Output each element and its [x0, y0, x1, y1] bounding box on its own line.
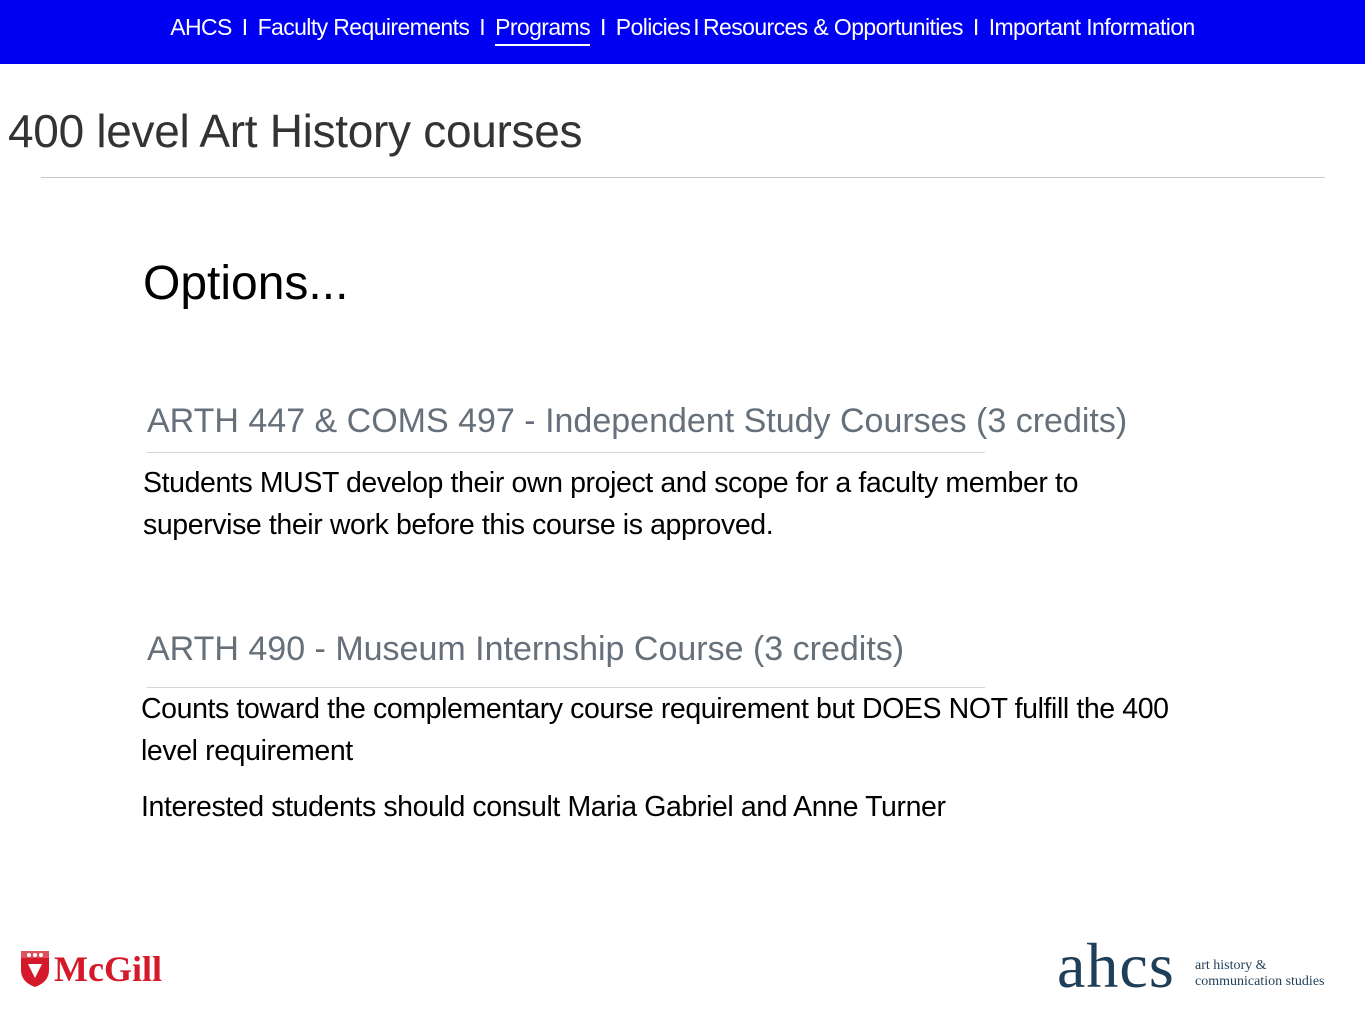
mcgill-shield-icon — [21, 951, 49, 987]
ahcs-tagline: art history & communication studies — [1195, 958, 1324, 990]
nav-separator: I — [599, 14, 606, 40]
ahcs-wordmark: ahcs — [1057, 930, 1175, 1001]
museum-internship-contact: Interested students should consult Maria… — [141, 791, 946, 823]
page-title: 400 level Art History courses — [8, 105, 583, 157]
section-heading-museum-internship: ARTH 490 - Museum Internship Course (3 c… — [147, 630, 905, 668]
top-navigation-bar: AHCS I Faculty Requirements I Programs I Polic… — [0, 0, 1365, 64]
mcgill-wordmark: McGill — [54, 949, 162, 989]
nav-separator: I — [479, 14, 486, 40]
section-divider — [147, 452, 985, 453]
nav-separator: I — [241, 14, 248, 40]
nav-item-important-information[interactable]: Important Information — [989, 14, 1196, 41]
nav-item-faculty-requirements[interactable]: Faculty Requirements — [258, 14, 470, 41]
nav-menu: AHCS I Faculty Requirements I Programs I Polic… — [0, 14, 1365, 46]
title-divider — [41, 177, 1325, 178]
nav-item-resources-opportunities[interactable]: Resources & Opportunities — [703, 14, 963, 41]
options-heading: Options... — [143, 257, 349, 310]
independent-study-description: Students MUST develop their own project … — [143, 467, 1079, 541]
ahcs-tagline-line1: art history & — [1195, 958, 1267, 973]
nav-item-policies[interactable]: Policies — [616, 14, 691, 41]
museum-internship-description: Counts toward the complementary course r… — [141, 693, 1169, 767]
nav-separator: I — [693, 14, 700, 40]
nav-item-programs[interactable]: Programs — [495, 14, 591, 46]
nav-item-ahcs[interactable]: AHCS — [170, 14, 232, 41]
ahcs-tagline-line2: communication studies — [1195, 974, 1325, 989]
nav-separator: I — [972, 14, 979, 40]
section-heading-independent-study: ARTH 447 & COMS 497 - Independent Study … — [147, 402, 1128, 440]
